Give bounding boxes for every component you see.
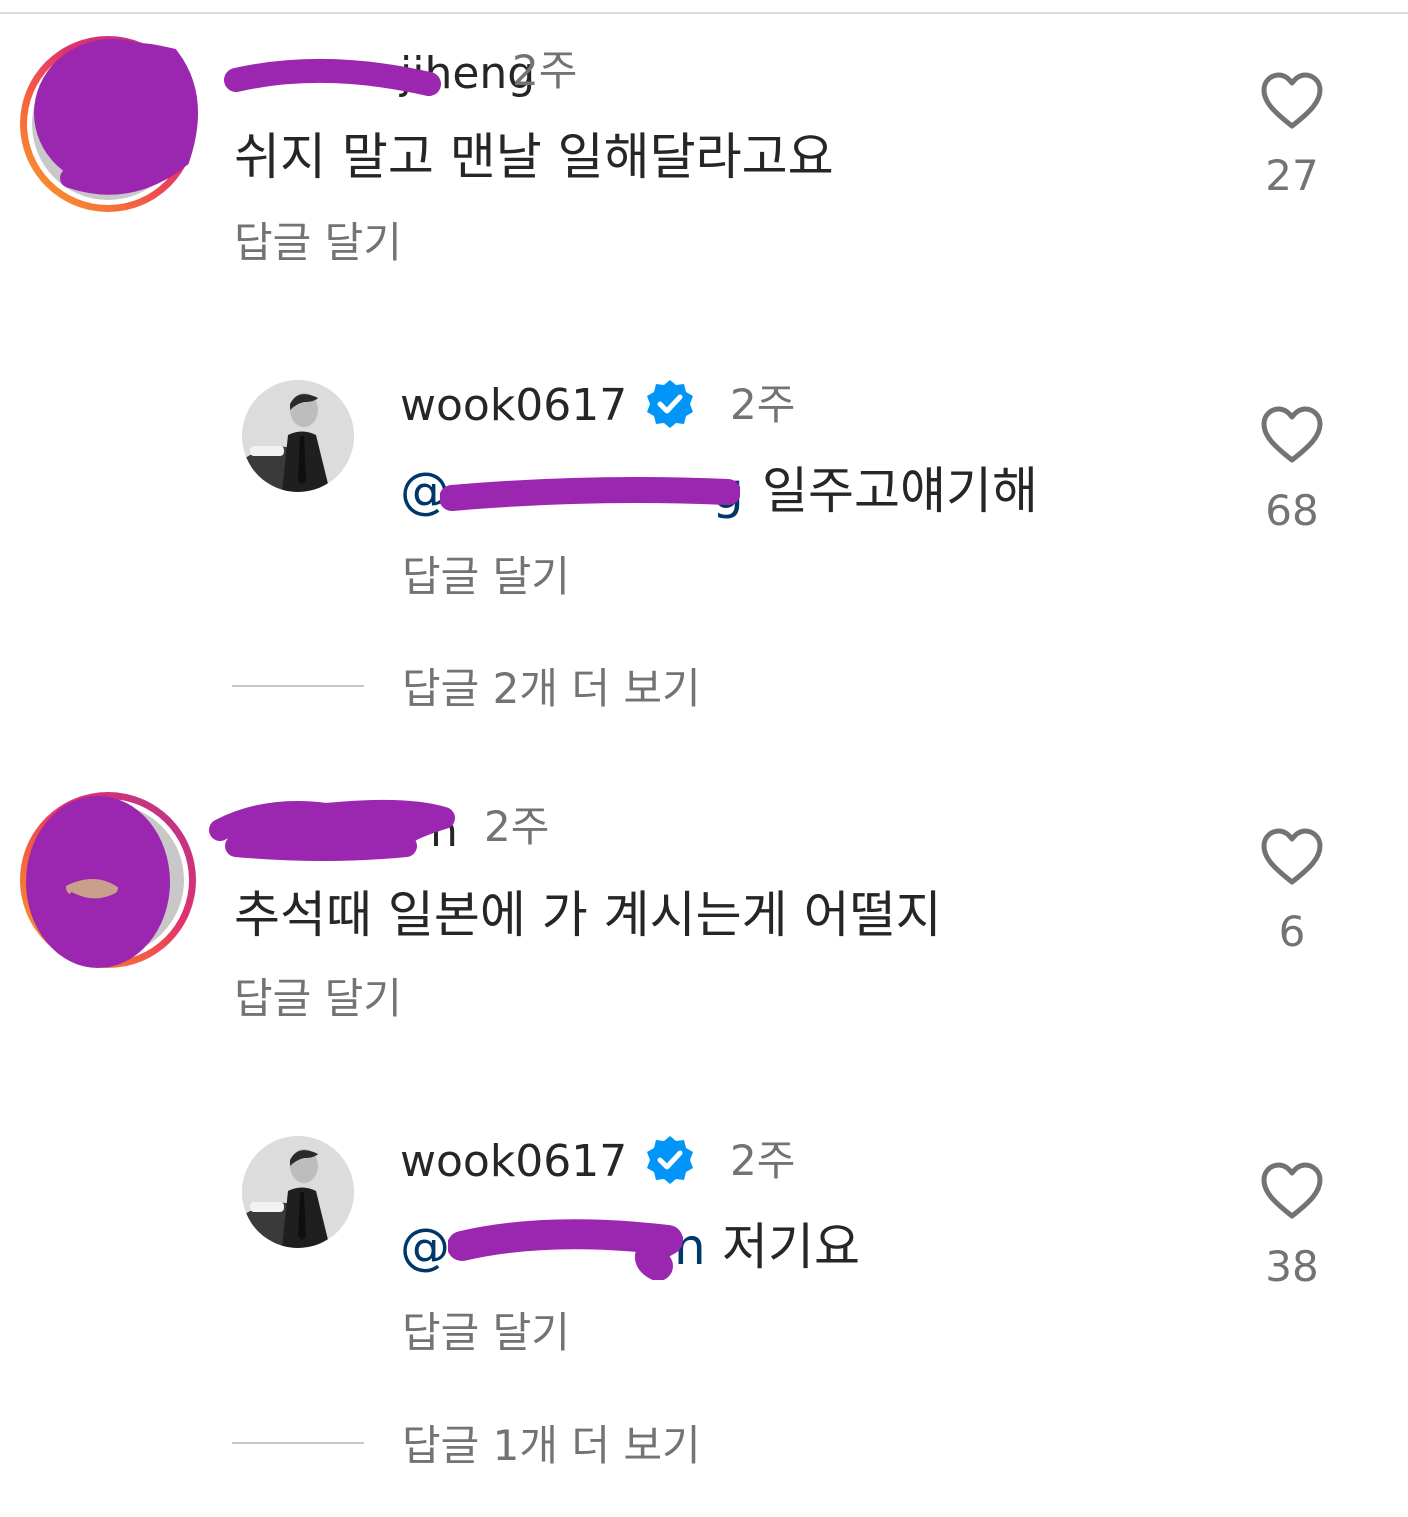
- reply-time: 2주: [730, 380, 796, 429]
- comment-time: 2주: [512, 46, 578, 95]
- like-count: 27: [1265, 151, 1319, 200]
- reply-button[interactable]: 답글 달기: [234, 222, 402, 264]
- heart-icon[interactable]: [1260, 406, 1324, 464]
- like-count: 38: [1265, 1242, 1319, 1291]
- mention-link[interactable]: @: [400, 1222, 450, 1272]
- reply-button[interactable]: 답글 달기: [234, 978, 402, 1020]
- more-replies-label[interactable]: 답글 2개 더 보기: [402, 668, 701, 710]
- mention-suffix[interactable]: g: [712, 466, 744, 516]
- top-divider: [0, 12, 1408, 14]
- comment-text: 추석때 일본에 가 계시는게 어떨지: [234, 886, 942, 944]
- more-replies-label[interactable]: 답글 1개 더 보기: [402, 1425, 701, 1467]
- avatar[interactable]: [20, 36, 196, 212]
- heart-icon[interactable]: [1260, 828, 1324, 886]
- reply-text: 일주고얘기해: [762, 462, 1038, 520]
- avatar[interactable]: [20, 792, 196, 968]
- redaction-scribble: [448, 1219, 683, 1280]
- reply-button[interactable]: 답글 달기: [402, 1312, 570, 1354]
- profile-photo: [242, 1136, 354, 1248]
- comment-text: 쉬지 말고 맨날 일해달라고요: [234, 128, 834, 186]
- redaction-scribble: [440, 477, 740, 511]
- avatar[interactable]: [242, 380, 354, 492]
- reply-username[interactable]: wook0617: [400, 384, 627, 428]
- more-replies-line: [232, 685, 364, 687]
- comment-time: 2주: [484, 802, 550, 851]
- like-count: 68: [1265, 486, 1319, 535]
- profile-photo: [242, 380, 354, 492]
- verified-badge-icon: [647, 380, 693, 428]
- redaction-scribble: [209, 799, 455, 861]
- reply-button[interactable]: 답글 달기: [402, 556, 570, 598]
- avatar[interactable]: [242, 1136, 354, 1248]
- more-replies-line: [232, 1442, 364, 1444]
- verified-badge-icon: [647, 1136, 693, 1184]
- mention-suffix[interactable]: n: [674, 1222, 706, 1272]
- mention-link[interactable]: @: [400, 466, 450, 516]
- comment-username[interactable]: n: [430, 810, 458, 854]
- reply-time: 2주: [730, 1136, 796, 1185]
- reply-username[interactable]: wook0617: [400, 1140, 627, 1184]
- heart-icon[interactable]: [1260, 1162, 1324, 1220]
- heart-icon[interactable]: [1260, 72, 1324, 130]
- like-count: 6: [1278, 907, 1306, 956]
- reply-text: 저기요: [722, 1218, 860, 1276]
